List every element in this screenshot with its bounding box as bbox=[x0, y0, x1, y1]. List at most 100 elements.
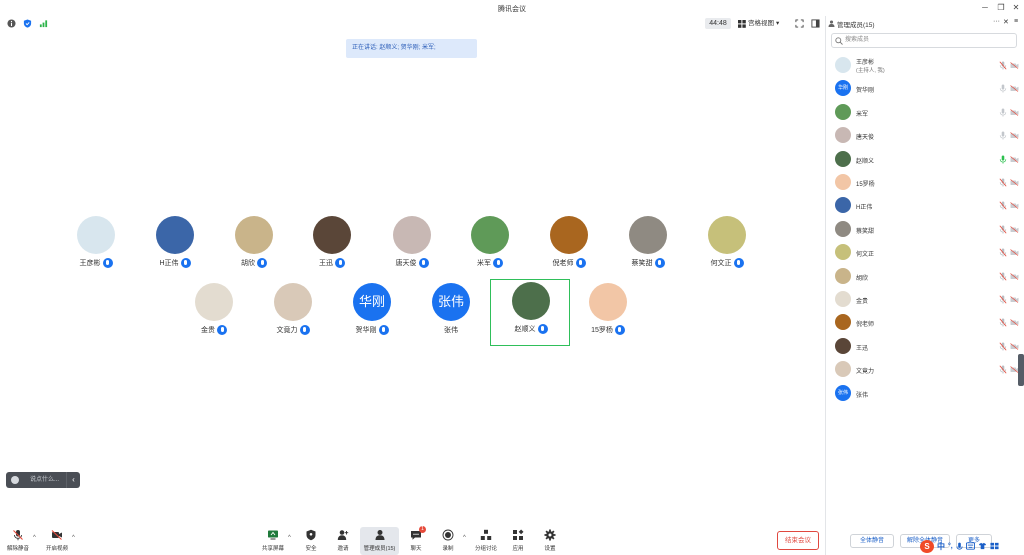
member-row[interactable]: 米军 bbox=[826, 101, 1024, 124]
breakout-button[interactable]: 分组讨论 bbox=[473, 527, 499, 555]
participant-tile[interactable]: 金贵 bbox=[174, 281, 254, 347]
participant-tile[interactable]: 张伟 张伟 bbox=[411, 281, 491, 347]
panel-menu-icon[interactable]: ≡ bbox=[1014, 18, 1018, 25]
camera-off-icon[interactable] bbox=[1010, 85, 1019, 93]
member-row[interactable]: 何文正 bbox=[826, 241, 1024, 264]
mute-button[interactable]: 解除静音 bbox=[3, 527, 33, 555]
mic-icon[interactable] bbox=[999, 84, 1007, 93]
end-meeting-button[interactable]: 结束会议 bbox=[777, 531, 819, 550]
ime-keyboard-icon[interactable] bbox=[965, 542, 975, 550]
security-button[interactable]: 安全 bbox=[300, 527, 322, 555]
info-icon[interactable] bbox=[7, 19, 16, 28]
member-row[interactable]: H正伟 bbox=[826, 194, 1024, 217]
shield-icon[interactable] bbox=[23, 19, 32, 28]
mic-muted-icon[interactable] bbox=[999, 248, 1007, 257]
camera-off-icon[interactable] bbox=[1010, 319, 1019, 327]
fullscreen-icon[interactable] bbox=[795, 19, 804, 28]
apps-button[interactable]: 应用 bbox=[507, 527, 529, 555]
collapse-icon[interactable]: ‹ bbox=[66, 472, 80, 488]
camera-off-icon[interactable] bbox=[1010, 62, 1019, 69]
ime-skin-icon[interactable] bbox=[978, 542, 987, 550]
mute-options-icon[interactable]: ^ bbox=[33, 535, 36, 541]
participant-tile[interactable]: 胡欣 bbox=[214, 214, 294, 280]
share-screen-button[interactable]: 共享屏幕 bbox=[259, 527, 287, 555]
mic-muted-icon[interactable] bbox=[999, 272, 1007, 281]
record-button[interactable]: 录制 bbox=[437, 527, 459, 555]
record-options-icon[interactable]: ^ bbox=[463, 535, 466, 541]
restore-button[interactable]: ❐ bbox=[995, 2, 1007, 14]
camera-off-icon[interactable] bbox=[1010, 226, 1019, 233]
mic-muted-icon[interactable] bbox=[999, 365, 1007, 374]
camera-off-icon[interactable] bbox=[1010, 296, 1019, 303]
member-row[interactable]: 文竟力 bbox=[826, 358, 1024, 381]
member-row[interactable]: 张伟 张伟 bbox=[826, 382, 1024, 405]
participant-tile[interactable]: 王彦彬 bbox=[56, 214, 136, 280]
ime-mode[interactable]: 中 bbox=[937, 541, 945, 552]
mic-muted-icon[interactable] bbox=[999, 201, 1007, 210]
sidebar-toggle-icon[interactable] bbox=[811, 19, 820, 28]
mute-label: 解除静音 bbox=[6, 546, 29, 552]
member-search-input[interactable]: 搜索成员 bbox=[831, 33, 1017, 48]
chat-button[interactable]: 1 聊天 bbox=[405, 526, 427, 555]
video-button[interactable]: 开启视频 bbox=[42, 527, 72, 555]
mic-icon[interactable] bbox=[999, 108, 1007, 117]
participant-tile[interactable]: 唐天俊 bbox=[372, 214, 452, 280]
ime-voice-icon[interactable] bbox=[956, 542, 963, 551]
member-row[interactable]: 唐天俊 bbox=[826, 124, 1024, 147]
close-panel-icon[interactable]: ✕ bbox=[1003, 18, 1009, 26]
camera-off-icon[interactable] bbox=[1010, 155, 1019, 163]
mic-muted-icon[interactable] bbox=[999, 225, 1007, 234]
participant-tile[interactable]: 王迅 bbox=[292, 214, 372, 280]
mic-muted-icon[interactable] bbox=[999, 61, 1007, 70]
chat-input-pill[interactable]: 说点什么... ‹ bbox=[6, 472, 80, 488]
manage-members-button[interactable]: 管理成员(15) bbox=[360, 527, 399, 555]
invite-button[interactable]: 邀请 bbox=[332, 527, 354, 555]
camera-off-icon[interactable] bbox=[1010, 343, 1019, 350]
participant-tile[interactable]: 15罗杨 bbox=[568, 281, 648, 347]
participant-tile[interactable]: 何文正 bbox=[687, 214, 767, 280]
member-row[interactable]: 倪老师 bbox=[826, 311, 1024, 334]
participant-tile[interactable]: 蔡笑甜 bbox=[608, 214, 688, 280]
participant-tile-active[interactable]: 赵顺义 bbox=[490, 279, 570, 346]
apps-label: 应用 bbox=[512, 546, 524, 552]
mic-speaking-icon[interactable] bbox=[999, 155, 1007, 164]
mic-icon[interactable] bbox=[999, 131, 1007, 140]
participant-tile[interactable]: 文竟力 bbox=[253, 281, 333, 347]
camera-off-icon[interactable] bbox=[1010, 272, 1019, 280]
camera-off-icon[interactable] bbox=[1010, 179, 1019, 186]
close-button[interactable]: ✕ bbox=[1010, 2, 1022, 14]
member-row[interactable]: 15罗杨 bbox=[826, 171, 1024, 194]
mic-muted-icon[interactable] bbox=[999, 342, 1007, 351]
mic-muted-icon[interactable] bbox=[999, 318, 1007, 327]
participant-name: 赵顺义 bbox=[514, 326, 536, 333]
member-row[interactable]: 王迅 bbox=[826, 335, 1024, 358]
mic-muted-icon[interactable] bbox=[999, 295, 1007, 304]
member-row[interactable]: 王彦彬 (主持人, 我) bbox=[826, 54, 1024, 77]
camera-off-icon[interactable] bbox=[1010, 109, 1019, 116]
camera-off-icon[interactable] bbox=[1010, 202, 1019, 210]
member-row[interactable]: 蔡笑甜 bbox=[826, 218, 1024, 241]
panel-resize-handle[interactable] bbox=[1018, 354, 1024, 386]
mic-muted-icon[interactable] bbox=[999, 178, 1007, 187]
mute-all-button[interactable]: 全体静音 bbox=[850, 534, 894, 548]
ime-tools-icon[interactable] bbox=[990, 542, 999, 550]
participant-tile[interactable]: 华刚 贺华刚 bbox=[332, 281, 412, 347]
participant-tile[interactable]: 倪老师 bbox=[529, 214, 609, 280]
member-row[interactable]: 胡欣 bbox=[826, 265, 1024, 288]
member-row[interactable]: 赵顺义 bbox=[826, 148, 1024, 171]
share-options-icon[interactable]: ^ bbox=[288, 535, 291, 541]
emoji-icon[interactable] bbox=[11, 476, 19, 484]
view-mode-button[interactable]: 宫格视图 ▾ bbox=[738, 18, 779, 29]
video-options-icon[interactable]: ^ bbox=[72, 535, 75, 541]
participant-tile[interactable]: H正伟 bbox=[135, 214, 215, 280]
participant-tile[interactable]: 米军 bbox=[450, 214, 530, 280]
signal-icon[interactable] bbox=[39, 19, 48, 28]
more-options-icon[interactable]: ··· bbox=[993, 18, 1000, 25]
camera-off-icon[interactable] bbox=[1010, 249, 1019, 256]
settings-button[interactable]: 设置 bbox=[539, 527, 561, 555]
minimize-button[interactable]: ─ bbox=[979, 2, 991, 14]
member-row[interactable]: 金贵 bbox=[826, 288, 1024, 311]
camera-off-icon[interactable] bbox=[1010, 132, 1019, 139]
member-row[interactable]: 华刚 贺华刚 bbox=[826, 77, 1024, 100]
ime-punct-icon[interactable]: °, bbox=[948, 543, 953, 550]
